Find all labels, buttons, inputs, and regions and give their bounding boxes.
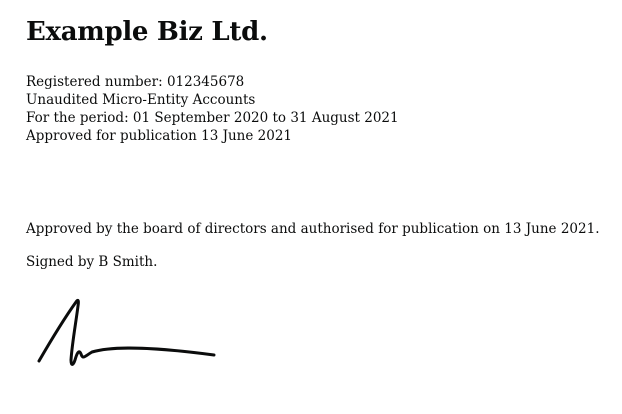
accounts-type: Unaudited Micro-Entity Accounts <box>26 92 256 108</box>
accounts-details: Registered number: 012345678 Unaudited M… <box>26 73 399 145</box>
accounting-period: For the period: 01 September 2020 to 31 … <box>26 110 399 126</box>
signature-image <box>37 298 216 366</box>
signed-by: Signed by B Smith. <box>26 254 158 270</box>
publication-approval-date: Approved for publication 13 June 2021 <box>26 128 293 144</box>
company-name: Example Biz Ltd. <box>26 17 268 47</box>
signature-stroke <box>37 298 216 366</box>
approval-statement: Approved by the board of directors and a… <box>26 221 600 237</box>
registered-number: Registered number: 012345678 <box>26 74 245 90</box>
